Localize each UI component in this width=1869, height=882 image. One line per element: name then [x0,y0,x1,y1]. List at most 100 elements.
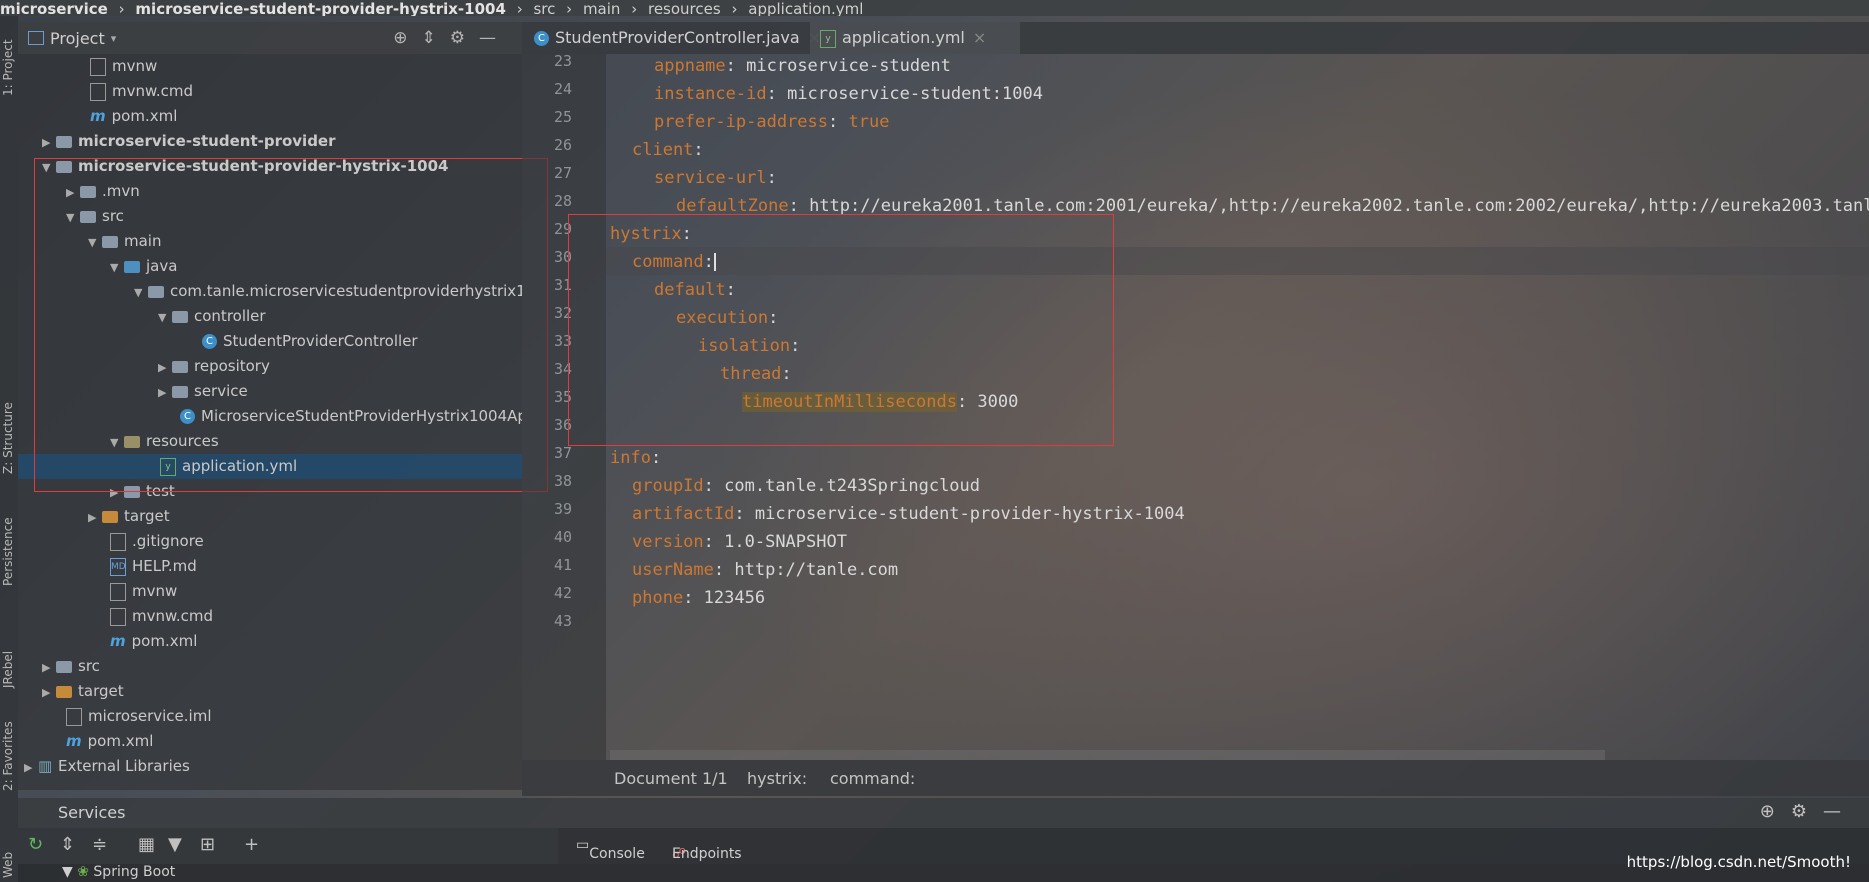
tree-item[interactable]: ▶ ▥ External Libraries [24,754,190,779]
horizontal-scrollbar[interactable] [610,750,1605,760]
add-service-icon[interactable]: + [244,834,259,855]
minimize-icon[interactable]: — [479,28,510,48]
line-number: 43 [553,612,572,630]
gear-icon[interactable]: ⚙ [1791,801,1823,822]
rerun-icon[interactable]: ↻ [28,834,43,855]
line-number: 28 [553,192,572,210]
breadcrumb-item-resources[interactable]: resources [648,0,721,16]
tree-item[interactable]: m pom.xml [90,104,177,129]
code-line: version: 1.0-SNAPSHOT [632,532,847,552]
tree-item-module[interactable]: ▶ microservice-student-provider [42,129,336,154]
group-icon[interactable]: ▦ [138,834,155,855]
line-number: 42 [553,584,572,602]
left-tool-window-strip: 1: Project Z: Structure Persistence JReb… [0,16,18,882]
java-class-icon: C [534,31,549,46]
tree-item[interactable]: microservice.iml [66,704,212,729]
line-number: 23 [553,52,572,70]
tree-item[interactable]: mvnw [90,54,157,79]
new-tab-icon[interactable]: ⊞ [200,834,215,855]
collapse-icon[interactable]: ⇕ [422,28,450,48]
tree-item[interactable]: ▶ target [42,679,124,704]
line-number: 27 [553,164,572,182]
editor-status-bar: Document 1/1 hystrix: command: [522,760,1869,796]
gear-icon[interactable]: ⚙ [450,28,479,48]
code-line: artifactId: microservice-student-provide… [632,504,1185,524]
line-number: 36 [553,416,572,434]
tool-window-structure[interactable]: Z: Structure [1,402,15,474]
yaml-path-hystrix[interactable]: hystrix: [747,769,807,788]
expand-arrow-icon[interactable]: ▶ [24,755,38,780]
file-icon [110,532,126,551]
expand-arrow-icon[interactable]: ▶ [42,655,56,680]
editor-tab-bar: CStudentProviderController.java× yapplic… [522,22,1869,54]
breadcrumb-item-file[interactable]: application.yml [748,0,863,16]
code-line: client: [632,140,704,160]
tab-student-provider-controller[interactable]: CStudentProviderController.java× [534,22,830,54]
services-toolbar: ↻ ⇕ ≑ ▦ ▼ ⊞ + [18,828,558,864]
code-line: appname: microservice-student [654,56,951,76]
tree-item[interactable]: mvnw [110,579,177,604]
tool-window-persistence[interactable]: Persistence [1,517,15,586]
line-number: 30 [553,248,572,266]
breadcrumb-item-main[interactable]: main [583,0,620,16]
project-panel-header: Project ▾ ⊕⇕⚙— [18,22,522,54]
chevron-down-icon[interactable]: ▾ [111,32,117,45]
line-number: 34 [553,360,572,378]
code-line: prefer-ip-address: true [654,112,890,132]
tree-item[interactable]: m pom.xml [66,729,153,754]
tool-window-favorites[interactable]: 2: Favorites [1,721,15,791]
breadcrumb-item-src[interactable]: src [533,0,555,16]
module-folder-icon [56,135,72,148]
expand-all-icon[interactable]: ⇕ [60,834,75,855]
tab-application-yml[interactable]: y application.yml × [810,22,1020,54]
tree-item[interactable]: ▶ target [88,504,170,529]
expand-arrow-icon[interactable]: ▶ [88,505,102,530]
tree-item[interactable]: mvnw.cmd [110,604,213,629]
filter-icon[interactable]: ▼ [168,834,182,855]
tool-window-project[interactable]: 1: Project [1,39,15,96]
collapse-all-icon[interactable]: ≑ [92,834,107,855]
project-panel-actions: ⊕⇕⚙— [393,28,510,48]
tree-item[interactable]: mvnw.cmd [90,79,193,104]
tool-window-web[interactable]: Web [1,852,15,878]
tree-item[interactable]: ▶ src [42,654,100,679]
line-number: 38 [553,472,572,490]
expand-arrow-icon[interactable]: ▶ [42,130,56,155]
line-number: 40 [553,528,572,546]
line-number: 26 [553,136,572,154]
iml-file-icon [66,707,82,726]
tool-window-jrebel[interactable]: JRebel [1,651,15,688]
minimize-icon[interactable]: — [1823,801,1857,822]
excluded-folder-icon [102,510,118,523]
collapse-arrow-icon[interactable]: ▼ [62,864,73,880]
document-indicator[interactable]: Document 1/1 [614,769,728,788]
annotation-box-tree [34,158,548,492]
script-file-icon [110,607,126,626]
tab-console[interactable]: ▭ Console [576,837,645,862]
script-file-icon [90,57,106,76]
project-panel-title[interactable]: Project [50,29,105,48]
maven-icon: m [66,732,82,750]
breadcrumb-item-root[interactable]: microservice [0,0,108,16]
line-number: 35 [553,388,572,406]
breadcrumb-separator: › [731,0,738,16]
expand-arrow-icon[interactable]: ▶ [42,680,56,705]
yaml-path-command[interactable]: command: [830,769,915,788]
tree-item[interactable]: .gitignore [110,529,204,554]
services-title[interactable]: Services [58,803,125,822]
services-tree-item[interactable]: ▼ ❀ Spring Boot [62,864,175,880]
maven-icon: m [90,107,106,125]
line-number: 41 [553,556,572,574]
tree-item[interactable]: MD HELP.md [110,554,197,579]
locate-icon[interactable]: ⊕ [393,28,421,48]
line-number: 29 [553,220,572,238]
code-line: phone: 123456 [632,588,766,608]
line-number: 32 [553,304,572,322]
tree-item[interactable]: m pom.xml [110,629,197,654]
breadcrumb-item-module[interactable]: microservice-student-provider-hystrix-10… [135,0,505,16]
locate-icon[interactable]: ⊕ [1760,801,1791,822]
close-icon[interactable]: × [973,28,986,47]
libraries-icon: ▥ [38,757,53,775]
breadcrumb-separator: › [118,0,125,16]
code-line: instance-id: microservice-student:1004 [654,84,1043,104]
